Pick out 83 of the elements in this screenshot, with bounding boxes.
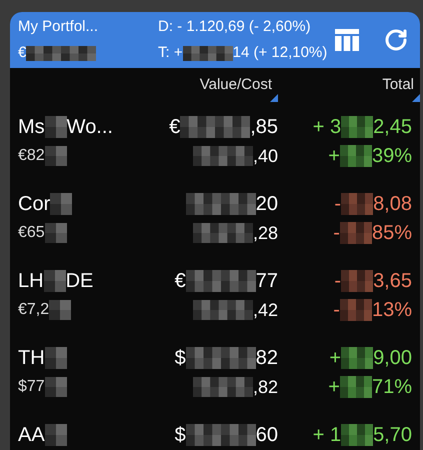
pixelated-patch [340, 145, 372, 167]
stock-name: Cor [18, 192, 50, 217]
pixelated-patch [186, 424, 256, 446]
stock-name: AA [18, 423, 45, 448]
pixelated-patch [26, 46, 96, 61]
market-value: $ [174, 423, 186, 448]
cost-basis: ,42 [252, 298, 278, 322]
total-gain: + [329, 346, 342, 371]
gain-percent: + [328, 144, 340, 169]
stock-name: LH [18, 269, 44, 294]
market-value: € [169, 115, 180, 140]
gain-percent: + [328, 375, 340, 400]
cost-basis: ,40 [252, 144, 278, 168]
stock-price: €7,2 [18, 300, 50, 320]
stock-price: $77 [18, 377, 45, 397]
pixelated-patch [192, 223, 253, 243]
sort-indicator-icon [412, 94, 420, 102]
total-gain: 3,65 [373, 269, 412, 294]
table-icon [334, 28, 360, 52]
market-value: $ [174, 346, 186, 371]
pixelated-patch [44, 347, 67, 369]
column-header[interactable]: Value/Cost [10, 74, 278, 102]
pixelated-patch [341, 116, 374, 138]
day-change: D: - 1.120,69 (- 2,60%) [158, 16, 312, 36]
total-gain: - [334, 269, 342, 294]
market-value: € [174, 269, 186, 294]
pixelated-patch [44, 377, 67, 397]
market-value: 82 [256, 346, 278, 371]
pixelated-patch [44, 424, 67, 446]
total-gain: 5,70 [373, 423, 412, 448]
table-view-button[interactable] [332, 26, 362, 54]
total-gain: + 1 [312, 423, 342, 448]
stock-name: TH [18, 346, 45, 371]
gain-percent: - [333, 221, 340, 246]
pixelated-patch [186, 347, 256, 369]
total-change: T: + [158, 43, 183, 63]
pixelated-patch [44, 146, 67, 166]
total-gain: 8,08 [373, 192, 412, 217]
market-value: 77 [256, 269, 278, 294]
pixelated-patch [192, 146, 253, 166]
balance: € [18, 43, 26, 63]
total-gain: - [334, 192, 342, 217]
gain-percent: 85% [372, 221, 412, 246]
pixelated-patch [44, 270, 66, 292]
cost-basis: ,82 [252, 376, 278, 398]
gain-percent: 13% [372, 298, 412, 323]
pixelated-patch [50, 193, 72, 215]
stock-name: DE [66, 269, 94, 294]
total-change: 14 (+ 12,10%) [232, 43, 328, 63]
pixelated-patch [341, 193, 374, 215]
stock-price: €82 [18, 146, 45, 166]
gain-percent: 39% [372, 144, 412, 169]
total-gain: 9,00 [373, 346, 412, 371]
total-gain: + 3 [312, 115, 342, 140]
sort-indicator-icon [270, 94, 278, 102]
total-gain: 2,45 [373, 115, 412, 140]
stock-price: €65 [18, 223, 45, 243]
stock-name: Wo... [66, 115, 113, 140]
pixelated-patch [340, 222, 372, 244]
pixelated-patch [186, 270, 256, 292]
market-value: 60 [256, 423, 278, 448]
pixelated-patch [340, 299, 372, 321]
market-value: ,85 [250, 115, 278, 140]
gain-percent: - [333, 298, 340, 323]
market-value: 20 [256, 192, 278, 217]
gain-percent: 71% [372, 375, 412, 400]
pixelated-patch [44, 223, 67, 243]
pixelated-patch [186, 193, 256, 215]
pixelated-patch [341, 424, 374, 446]
stock-name: Ms [18, 115, 45, 140]
pixelated-patch [49, 300, 72, 320]
pixelated-patch [180, 116, 250, 138]
pixelated-patch [341, 270, 374, 292]
pixelated-patch [192, 300, 253, 320]
pixelated-patch [44, 116, 67, 138]
pixelated-patch [340, 376, 372, 398]
refresh-icon [384, 28, 408, 52]
column-header[interactable]: Total [278, 74, 420, 102]
pixelated-patch [182, 46, 233, 61]
portfolio-title: My Portfol... [18, 16, 100, 36]
cost-basis: ,28 [252, 222, 278, 244]
pixelated-patch [192, 377, 253, 397]
pixelated-patch [341, 347, 374, 369]
